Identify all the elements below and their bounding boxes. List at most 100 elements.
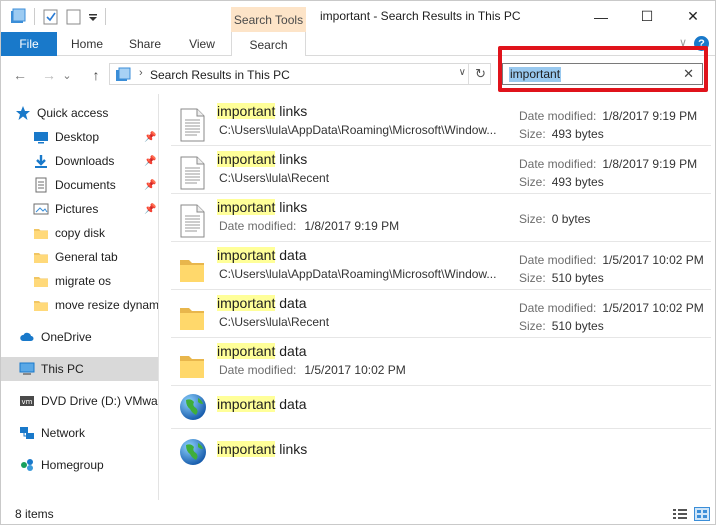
sidebar-item-label: Quick access (37, 106, 109, 120)
date-modified-value: 1/5/2017 10:02 PM (304, 363, 406, 377)
documents-icon (35, 177, 47, 193)
back-button[interactable]: ← (10, 65, 30, 85)
result-name[interactable]: important links (217, 441, 307, 457)
result-name[interactable]: important data (217, 247, 307, 263)
maximize-icon: ☐ (640, 8, 654, 24)
result-size: Size: 510 bytes (519, 319, 604, 333)
pin-icon[interactable]: 📌 (144, 180, 156, 191)
sidebar-item-this-pc[interactable]: This PC (1, 357, 158, 381)
result-row[interactable]: important links C:\Users\lula\AppData\Roa… (171, 98, 711, 146)
sidebar-item-pictures[interactable]: Pictures 📌 (1, 197, 158, 221)
search-match-highlight: important (217, 295, 276, 311)
sidebar-item-copy-disk[interactable]: copy disk (1, 221, 158, 245)
up-button[interactable]: ↑ (86, 65, 106, 85)
date-modified-label: Date modified: (219, 219, 297, 233)
sidebar-item-dvd-drive-d-vmwa[interactable]: vm DVD Drive (D:) VMwa (1, 389, 158, 413)
network-icon (20, 427, 34, 439)
result-row[interactable]: important data (171, 386, 711, 429)
sidebar-item-migrate-os[interactable]: migrate os (1, 269, 158, 293)
date-modified-value: 1/5/2017 10:02 PM (602, 301, 704, 315)
sidebar-item-downloads[interactable]: Downloads 📌 (1, 149, 158, 173)
sidebar-item-label: Homegroup (41, 458, 104, 472)
search-match-highlight: important (217, 103, 276, 119)
date-modified-label: Date modified: (519, 157, 597, 171)
svg-text:vm: vm (22, 398, 33, 406)
tab-view[interactable]: View (178, 32, 226, 56)
explorer-app-icon[interactable] (9, 8, 27, 26)
result-row[interactable]: important links (171, 429, 711, 472)
result-name[interactable]: important links (217, 103, 307, 119)
result-name[interactable]: important data (217, 343, 307, 359)
result-row[interactable]: important links Date modified: 1/8/2017 9:… (171, 194, 711, 242)
divider (105, 8, 106, 25)
result-name[interactable]: important links (217, 151, 307, 167)
pin-icon[interactable]: 📌 (144, 156, 156, 167)
size-value: 493 bytes (551, 175, 604, 189)
result-name[interactable]: important data (217, 295, 307, 311)
close-button[interactable]: ✕ (670, 1, 715, 32)
tab-share[interactable]: Share (121, 32, 169, 56)
result-name[interactable]: important data (217, 396, 307, 412)
large-icons-view-icon[interactable] (694, 507, 710, 521)
result-path: C:\Users\lula\Recent (219, 171, 330, 185)
sidebar-item-network[interactable]: Network (1, 421, 158, 445)
properties-icon[interactable] (42, 8, 60, 26)
result-row[interactable]: important links C:\Users\lula\Recent Date … (171, 146, 711, 194)
globe-icon (180, 394, 206, 420)
document-icon (180, 156, 205, 190)
customize-toolbar-icon[interactable] (87, 8, 99, 26)
forward-arrow-icon: → (42, 67, 56, 83)
result-row[interactable]: important data Date modified: 1/5/2017 10:… (171, 338, 711, 386)
result-date-modified: Date modified: 1/8/2017 9:19 PM (519, 157, 697, 171)
size-value: 493 bytes (551, 127, 604, 141)
pin-icon[interactable]: 📌 (144, 204, 156, 215)
sidebar-item-onedrive[interactable]: OneDrive (1, 325, 158, 349)
size-label: Size: (519, 319, 546, 333)
result-row[interactable]: important data C:\Users\lula\Recent Date m… (171, 290, 711, 338)
folder-icon (34, 277, 48, 287)
sidebar-item-documents[interactable]: Documents 📌 (1, 173, 158, 197)
folder-icon (180, 356, 204, 378)
details-view-icon[interactable] (672, 507, 688, 521)
date-modified-value: 1/5/2017 10:02 PM (602, 253, 704, 267)
sidebar-item-quick-access[interactable]: Quick access (1, 101, 158, 125)
result-path: C:\Users\lula\Recent (219, 315, 330, 329)
tab-home[interactable]: Home (63, 32, 111, 56)
maximize-button[interactable]: ☐ (624, 1, 670, 32)
result-name-rest: links (275, 199, 308, 215)
address-dropdown-icon[interactable]: ∨ (459, 67, 466, 78)
result-date-modified: Date modified: 1/5/2017 10:02 PM (519, 253, 704, 267)
new-folder-icon[interactable] (65, 8, 83, 26)
breadcrumb-separator-icon[interactable]: › (139, 67, 143, 79)
tab-search[interactable]: Search (231, 32, 306, 57)
recent-locations-button[interactable]: ⌄ (61, 65, 73, 85)
date-modified-value: 1/8/2017 9:19 PM (304, 219, 400, 233)
result-name-rest: links (275, 151, 308, 167)
sidebar-item-desktop[interactable]: Desktop 📌 (1, 125, 158, 149)
result-size: Size: 493 bytes (519, 127, 604, 141)
address-bar[interactable]: › Search Results in This PC ∨ ↻ (109, 63, 491, 85)
sidebar-item-move-resize-dynam[interactable]: move resize dynam (1, 293, 158, 317)
result-name-rest: data (275, 396, 307, 412)
search-match-highlight: important (217, 396, 276, 412)
size-label: Size: (519, 175, 546, 189)
result-name[interactable]: important links (217, 199, 307, 215)
sidebar-item-homegroup[interactable]: Homegroup (1, 453, 158, 477)
star-icon (16, 106, 30, 120)
sidebar-item-label: Desktop (55, 130, 100, 144)
minimize-button[interactable]: — (578, 1, 624, 32)
breadcrumb[interactable]: Search Results in This PC (150, 68, 290, 82)
navigation-pane: Quick access Desktop 📌 Downloads 📌 Documents 📌… (1, 94, 159, 500)
tab-file[interactable]: File (1, 32, 57, 56)
pin-icon[interactable]: 📌 (144, 132, 156, 143)
result-row[interactable]: important data C:\Users\lula\AppData\Roam… (171, 242, 711, 290)
sidebar-item-label: Pictures (55, 202, 99, 216)
sidebar-item-general-tab[interactable]: General tab (1, 245, 158, 269)
file-explorer-window: Search Tools important - Search Results … (0, 0, 716, 525)
chevron-down-icon: ⌄ (62, 69, 72, 82)
folder-icon (180, 308, 204, 330)
refresh-icon[interactable]: ↻ (475, 66, 486, 82)
folder-icon (34, 253, 48, 263)
sidebar-item-label: This PC (41, 362, 84, 376)
forward-button[interactable]: → (39, 65, 59, 85)
